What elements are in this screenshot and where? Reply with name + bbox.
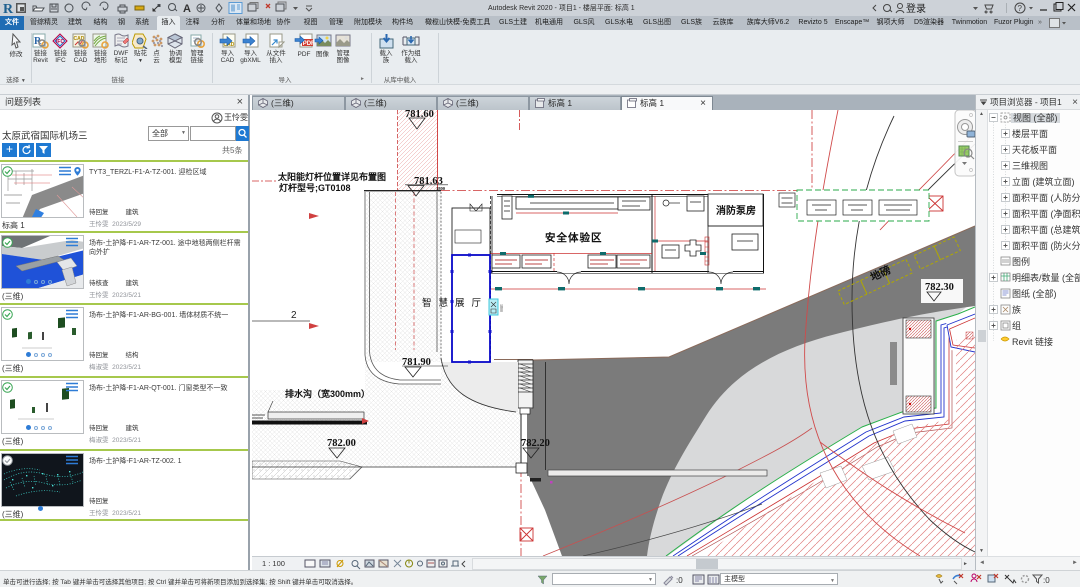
svg-text:?: ? (1018, 4, 1023, 13)
svg-text:1800: 1800 (499, 304, 504, 312)
svg-text:1800: 1800 (436, 186, 446, 191)
svg-text:A: A (183, 3, 191, 15)
svg-text::0: :0 (1043, 576, 1050, 585)
svg-text:782.00: 782.00 (327, 438, 356, 449)
svg-text:782.20: 782.20 (521, 438, 550, 449)
svg-text:R: R (3, 2, 14, 16)
svg-text:781.90: 781.90 (402, 357, 431, 368)
svg-text::0: :0 (676, 576, 683, 585)
svg-text:IFC: IFC (56, 39, 64, 45)
svg-text:登录: 登录 (906, 2, 926, 15)
svg-text:2: 2 (291, 310, 297, 321)
svg-text:782.30: 782.30 (925, 282, 954, 293)
